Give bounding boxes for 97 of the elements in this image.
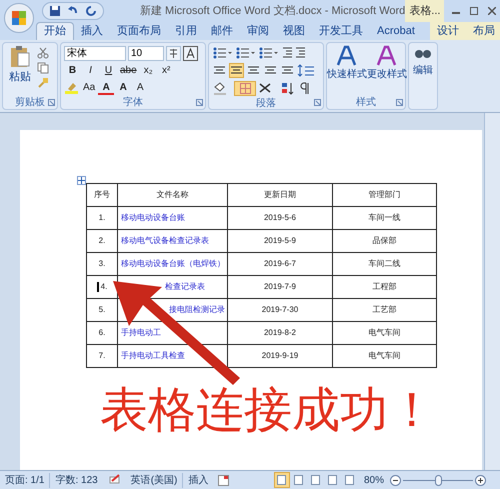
list-icon[interactable] <box>258 46 278 60</box>
table-cell: 工艺部 <box>332 298 436 322</box>
sort-icon[interactable] <box>280 81 295 96</box>
clipboard-icon <box>9 45 31 69</box>
table-cell: 2019-5-9 <box>228 230 332 252</box>
zoom-out-icon[interactable] <box>390 474 401 486</box>
table-cell: 移动电动设备台账（电焊铁） <box>118 252 228 276</box>
borders-icon <box>240 83 250 94</box>
ribbon-tab[interactable]: Acrobat <box>370 22 422 40</box>
word-count[interactable]: 字数: 123 <box>49 472 103 488</box>
ribbon-tab[interactable]: 插入 <box>74 22 110 40</box>
ribbon-tab[interactable]: 设计 <box>430 22 466 40</box>
zoom-level[interactable]: 80% <box>358 472 390 488</box>
ribbon-tab[interactable]: 邮件 <box>204 22 240 40</box>
group-label: 段落 <box>256 96 276 110</box>
format-button[interactable]: x₂ <box>140 63 157 78</box>
paste-button[interactable]: 粘贴 <box>6 45 34 95</box>
ribbon-tab[interactable]: 开发工具 <box>312 22 370 40</box>
ribbon-tab[interactable]: 视图 <box>276 22 312 40</box>
language-indicator[interactable]: 英语(美国) <box>126 472 182 488</box>
page-count[interactable]: 页面: 1/1 <box>0 472 50 488</box>
table-cell: 移动电动设备台账 <box>118 206 228 230</box>
style-button[interactable]: 更改样式 <box>367 45 407 95</box>
table-move-handle-icon[interactable] <box>77 176 86 185</box>
table-cell: 5. <box>86 298 118 322</box>
group-label: 剪贴板 <box>15 96 45 110</box>
macro-icon[interactable] <box>218 474 230 486</box>
format-button[interactable]: A <box>115 80 132 95</box>
line-spacing-icon[interactable] <box>297 63 317 78</box>
table-header-cell: 管理部门 <box>332 184 436 206</box>
list-icon[interactable] <box>235 46 255 60</box>
binoculars-icon <box>415 50 431 58</box>
zoom-in-icon[interactable] <box>475 474 486 486</box>
table-cell: 7. <box>86 344 118 368</box>
ribbon-tab[interactable]: 布局 <box>466 22 500 40</box>
format-button[interactable]: A <box>132 80 148 95</box>
table-cell: 移动电气设备检查记录表 <box>118 230 228 252</box>
letter-a-icon <box>336 45 358 67</box>
table-cell: 2019-7-30 <box>228 298 332 322</box>
table-cell: 车间一线 <box>332 206 436 230</box>
context-tab-title: 表格... <box>405 0 444 22</box>
list-icon[interactable] <box>212 46 232 60</box>
table-cell: 2019-9-19 <box>228 344 332 368</box>
ribbon-tab[interactable]: 开始 <box>36 22 74 40</box>
indent-icon[interactable] <box>281 46 307 60</box>
office-logo-icon <box>11 10 27 26</box>
table-cell: 工程部 <box>332 276 436 298</box>
table-cell: 3. <box>86 252 118 276</box>
table-cell: 2019-6-7 <box>228 252 332 276</box>
style-button[interactable]: 快速样式 <box>327 45 367 95</box>
table-cell: 车间二线 <box>332 252 436 276</box>
dialog-launcher-icon[interactable] <box>48 99 55 106</box>
ribbon-tab[interactable]: 页面布局 <box>110 22 168 40</box>
group-label: 样式 <box>356 96 376 110</box>
format-button[interactable]: abe <box>118 63 139 78</box>
dialog-launcher-icon[interactable] <box>396 99 403 106</box>
annotation-text: 表格连接成功！ <box>100 386 436 434</box>
format-button[interactable]: B <box>64 63 81 78</box>
format-button[interactable]: A <box>98 80 114 95</box>
format-button[interactable]: Aa <box>81 80 98 95</box>
table-cell: 6. <box>86 322 118 344</box>
redo-icon[interactable] <box>85 5 97 17</box>
format-button[interactable]: x² <box>158 63 175 78</box>
close-icon[interactable] <box>488 7 496 15</box>
proofing-icon[interactable] <box>108 474 121 486</box>
scrollbar[interactable] <box>484 113 500 470</box>
zoom-slider-thumb[interactable] <box>435 474 442 486</box>
table-cell: 2019-5-6 <box>228 206 332 230</box>
align-button[interactable] <box>229 63 244 78</box>
font-size-field[interactable]: 10 <box>128 46 164 61</box>
table-cell: 2019-8-2 <box>228 322 332 344</box>
table-cell: 品保部 <box>332 230 436 252</box>
ribbon-tab[interactable]: 审阅 <box>240 22 276 40</box>
maximize-icon[interactable] <box>470 7 478 15</box>
table-cell: 2019-7-9 <box>228 276 332 298</box>
table-header-cell: 更新日期 <box>228 184 332 206</box>
view-button[interactable] <box>274 472 290 488</box>
table-cell: 2. <box>86 230 118 252</box>
table-cell: 1. <box>86 206 118 230</box>
table-header-cell: 文件名称 <box>118 184 228 206</box>
table-cell: 电气车间 <box>332 344 436 368</box>
table-header-cell: 序号 <box>86 184 118 206</box>
copy-icon[interactable] <box>37 62 49 74</box>
scissors-icon[interactable] <box>37 47 49 59</box>
dialog-launcher-icon[interactable] <box>314 99 321 106</box>
character-border-icon[interactable] <box>183 46 198 61</box>
font-name-field[interactable]: 宋体 <box>64 46 126 61</box>
save-icon[interactable] <box>49 5 61 17</box>
format-button[interactable]: U <box>100 63 117 78</box>
table-cell: 电气车间 <box>332 322 436 344</box>
letter-a-icon <box>376 45 398 67</box>
window-title: 新建 Microsoft Office Word 文档.docx - Microsoft Word <box>140 4 406 19</box>
ribbon-tab[interactable]: 引用 <box>168 22 204 40</box>
group-label: 字体 <box>123 96 143 110</box>
format-button[interactable]: I <box>82 63 99 78</box>
insert-mode[interactable]: 插入 <box>182 472 214 488</box>
dialog-launcher-icon[interactable] <box>196 99 203 106</box>
